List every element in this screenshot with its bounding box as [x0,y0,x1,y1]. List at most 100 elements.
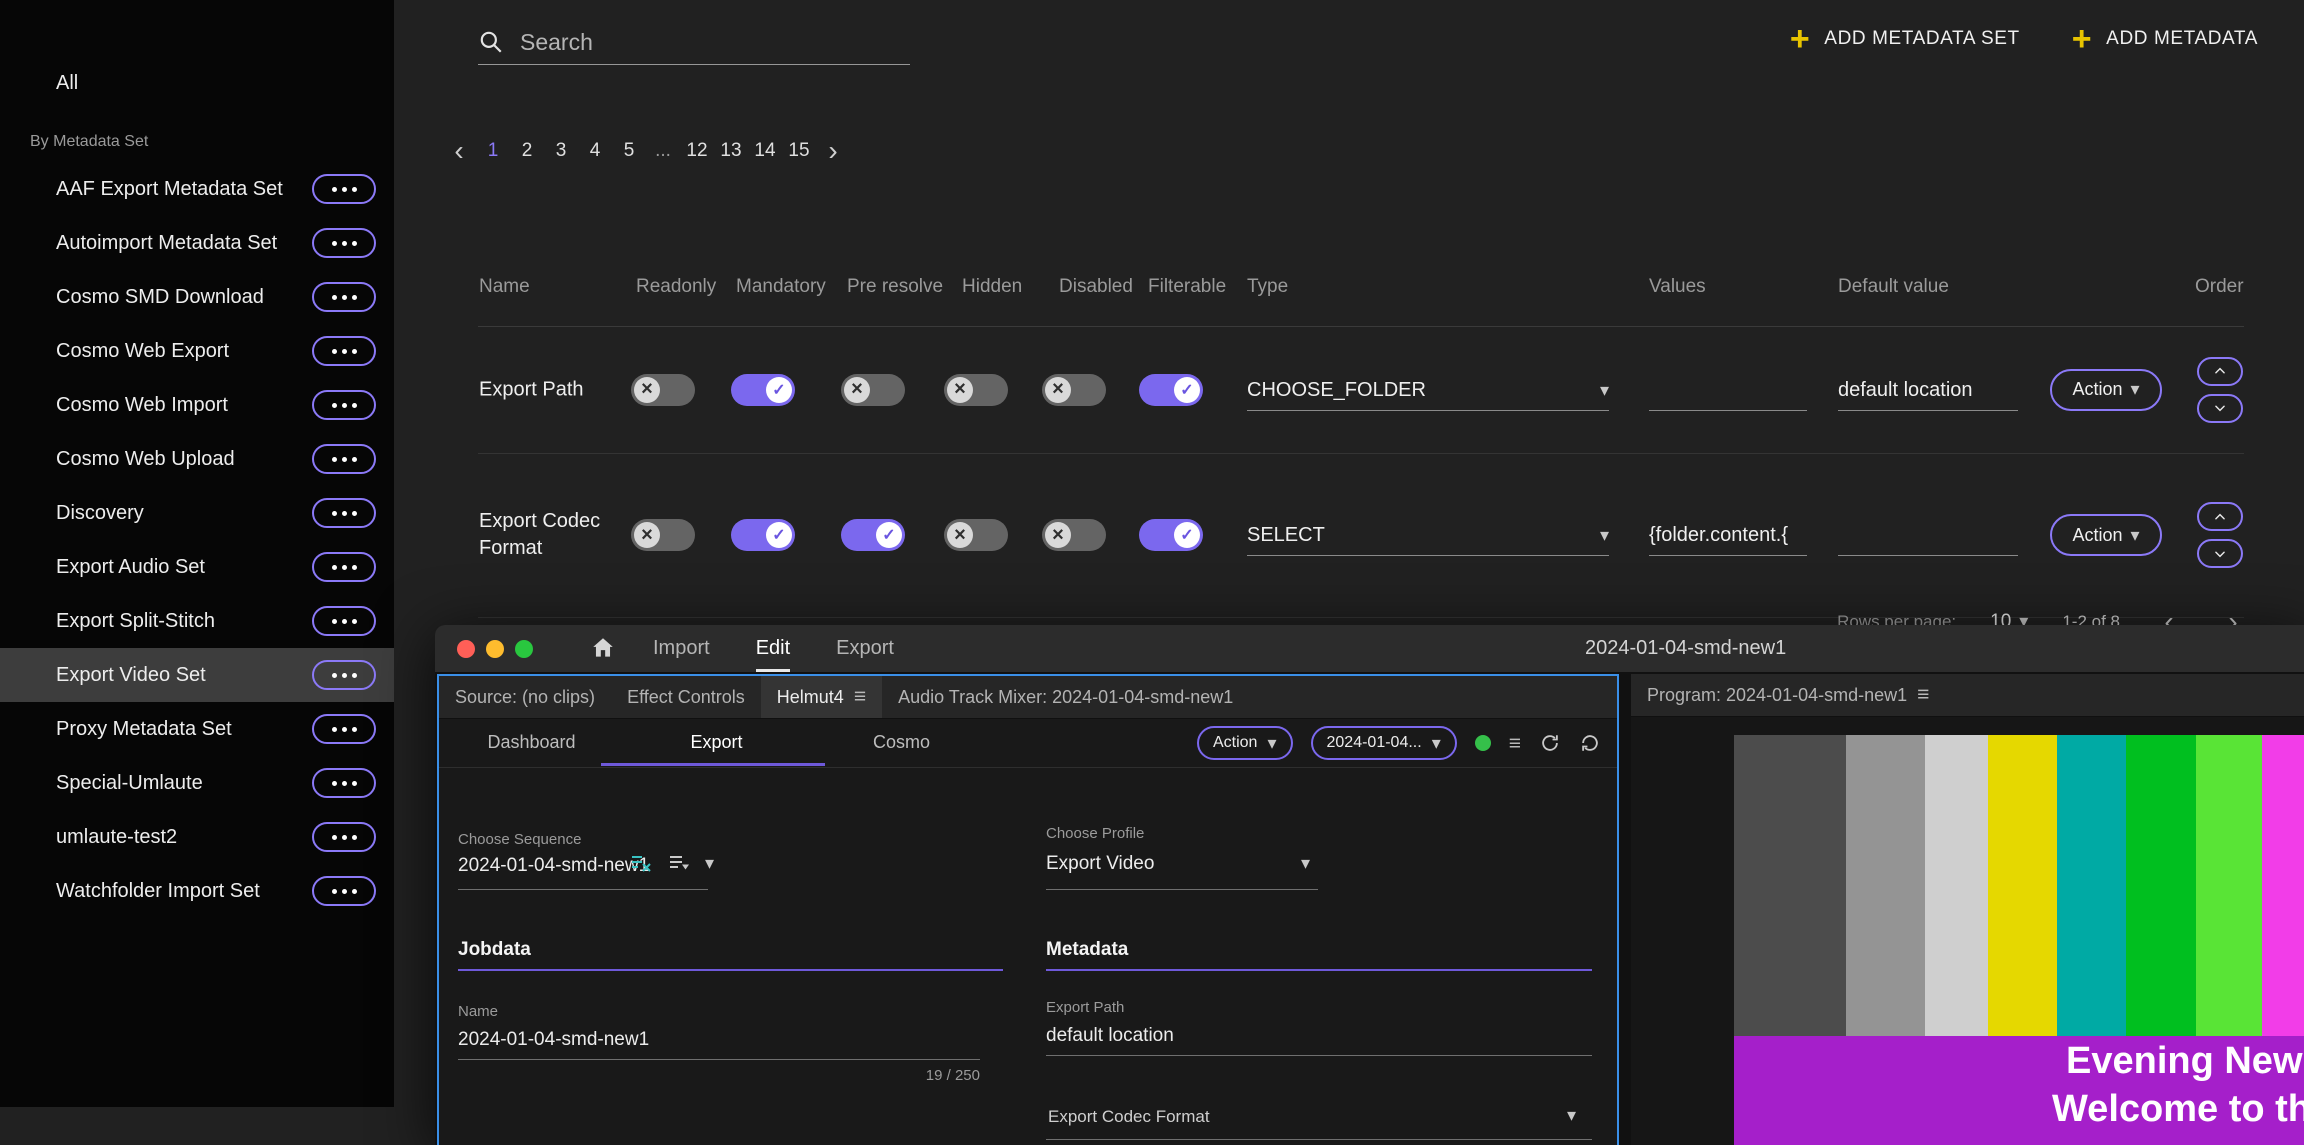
mandatory-toggle[interactable] [731,374,795,406]
item-options-button[interactable] [312,822,376,852]
refresh-button[interactable] [1539,732,1561,754]
default-value-input[interactable]: default location [1838,369,2018,411]
dropdown-caret-icon[interactable] [1567,1105,1576,1126]
sidebar-item[interactable]: Autoimport Metadata Set [0,216,394,270]
page-button[interactable]: 13 [714,129,748,173]
item-options-button[interactable] [312,498,376,528]
sidebar-item[interactable]: Watchfolder Import Set [0,864,394,918]
type-select[interactable]: CHOOSE_FOLDER [1247,369,1609,411]
filterable-toggle[interactable] [1139,519,1203,551]
item-options-button[interactable] [312,336,376,366]
add-metadata-set-button[interactable]: ADD METADATA SET [1790,22,2020,56]
sequence-clear-icon[interactable] [629,851,653,875]
page-button[interactable]: 5 [612,129,646,173]
add-metadata-button[interactable]: ADD METADATA [2072,22,2258,56]
tab-dashboard[interactable]: Dashboard [439,719,624,765]
sequence-value[interactable]: 2024-01-04-smd-new1 [458,855,649,877]
dots-icon [332,403,337,408]
move-up-button[interactable] [2197,502,2243,531]
values-input[interactable] [1649,369,1807,411]
sidebar-item-all[interactable]: All [0,56,394,110]
tab-import[interactable]: Import [653,625,710,672]
panel-tab-source[interactable]: Source: (no clips) [439,676,611,718]
page-button[interactable]: 2 [510,129,544,173]
sidebar-item[interactable]: Proxy Metadata Set [0,702,394,756]
menu-button[interactable] [1509,733,1521,754]
pre-resolve-toggle[interactable] [841,519,905,551]
search-input[interactable] [518,28,910,57]
sidebar-item[interactable]: umlaute-test2 [0,810,394,864]
panel-tab-helmut4[interactable]: Helmut4 [761,676,882,718]
profile-select[interactable]: Export Video [1046,853,1154,875]
item-options-button[interactable] [312,282,376,312]
disabled-toggle[interactable] [1042,374,1106,406]
item-options-button[interactable] [312,714,376,744]
sidebar-item[interactable]: Cosmo Web Upload [0,432,394,486]
page-button[interactable]: 12 [680,129,714,173]
item-options-button[interactable] [312,552,376,582]
export-codec-select[interactable]: Export Codec Format [1048,1107,1210,1127]
home-icon[interactable] [590,635,616,666]
minimize-window-button[interactable] [486,640,504,658]
move-up-button[interactable] [2197,357,2243,386]
page-button[interactable]: 14 [748,129,782,173]
move-down-button[interactable] [2197,539,2243,568]
zoom-window-button[interactable] [515,640,533,658]
action-button[interactable]: Action [2050,369,2162,411]
name-input[interactable]: 2024-01-04-smd-new1 [458,1029,649,1051]
item-options-button[interactable] [312,876,376,906]
type-select[interactable]: SELECT [1247,514,1609,556]
readonly-toggle[interactable] [631,374,695,406]
dropdown-caret-icon[interactable] [1301,853,1310,874]
item-options-button[interactable] [312,606,376,636]
item-options-button[interactable] [312,390,376,420]
pre-resolve-toggle[interactable] [841,374,905,406]
action-button[interactable]: Action [2050,514,2162,556]
tab-export[interactable]: Export [624,719,809,765]
panel-tab-audio-track-mixer[interactable]: Audio Track Mixer: 2024-01-04-smd-new1 [882,676,1249,718]
sidebar-item[interactable]: Cosmo Web Export [0,324,394,378]
sequence-menu-icon[interactable] [667,851,691,875]
sidebar-item[interactable]: Discovery [0,486,394,540]
export-path-input[interactable]: default location [1046,1025,1174,1047]
sync-button[interactable] [1579,732,1601,754]
page-button[interactable]: 1 [476,129,510,173]
panel-tab-effect-controls[interactable]: Effect Controls [611,676,761,718]
readonly-toggle[interactable] [631,519,695,551]
hidden-toggle[interactable] [944,519,1008,551]
page-button[interactable]: 3 [544,129,578,173]
item-options-button[interactable] [312,174,376,204]
tab-edit[interactable]: Edit [756,625,790,672]
default-value-input[interactable] [1838,514,2018,556]
sidebar-item[interactable]: Special-Umlaute [0,756,394,810]
item-options-button[interactable] [312,768,376,798]
action-dropdown-button[interactable]: Action [1197,726,1293,760]
tab-cosmo[interactable]: Cosmo [809,719,994,765]
item-options-button[interactable] [312,228,376,258]
page-button[interactable]: 4 [578,129,612,173]
item-options-button[interactable] [312,444,376,474]
filterable-toggle[interactable] [1139,374,1203,406]
panel-tab-program[interactable]: Program: 2024-01-04-smd-new1 [1631,674,1945,716]
sidebar-item[interactable]: Export Split-Stitch [0,594,394,648]
window-titlebar[interactable]: Import Edit Export 2024-01-04-smd-new1 [435,625,2304,672]
values-input[interactable]: {folder.content.{ [1649,514,1807,556]
sidebar-item[interactable]: Cosmo SMD Download [0,270,394,324]
move-down-button[interactable] [2197,394,2243,423]
close-window-button[interactable] [457,640,475,658]
sidebar-item[interactable]: AAF Export Metadata Set [0,162,394,216]
page-button[interactable]: 15 [782,129,816,173]
sidebar-item[interactable]: Export Audio Set [0,540,394,594]
hidden-toggle[interactable] [944,374,1008,406]
sidebar-item[interactable]: Cosmo Web Import [0,378,394,432]
panel-menu-icon[interactable] [1917,684,1929,706]
tab-export[interactable]: Export [836,625,894,672]
item-options-button[interactable] [312,660,376,690]
next-page-button[interactable] [816,129,850,173]
sidebar-item[interactable]: Export Video Set [0,648,394,702]
mandatory-toggle[interactable] [731,519,795,551]
preset-dropdown-button[interactable]: 2024-01-04... [1311,726,1457,760]
panel-menu-icon[interactable] [854,686,866,708]
disabled-toggle[interactable] [1042,519,1106,551]
prev-page-button[interactable] [442,129,476,173]
